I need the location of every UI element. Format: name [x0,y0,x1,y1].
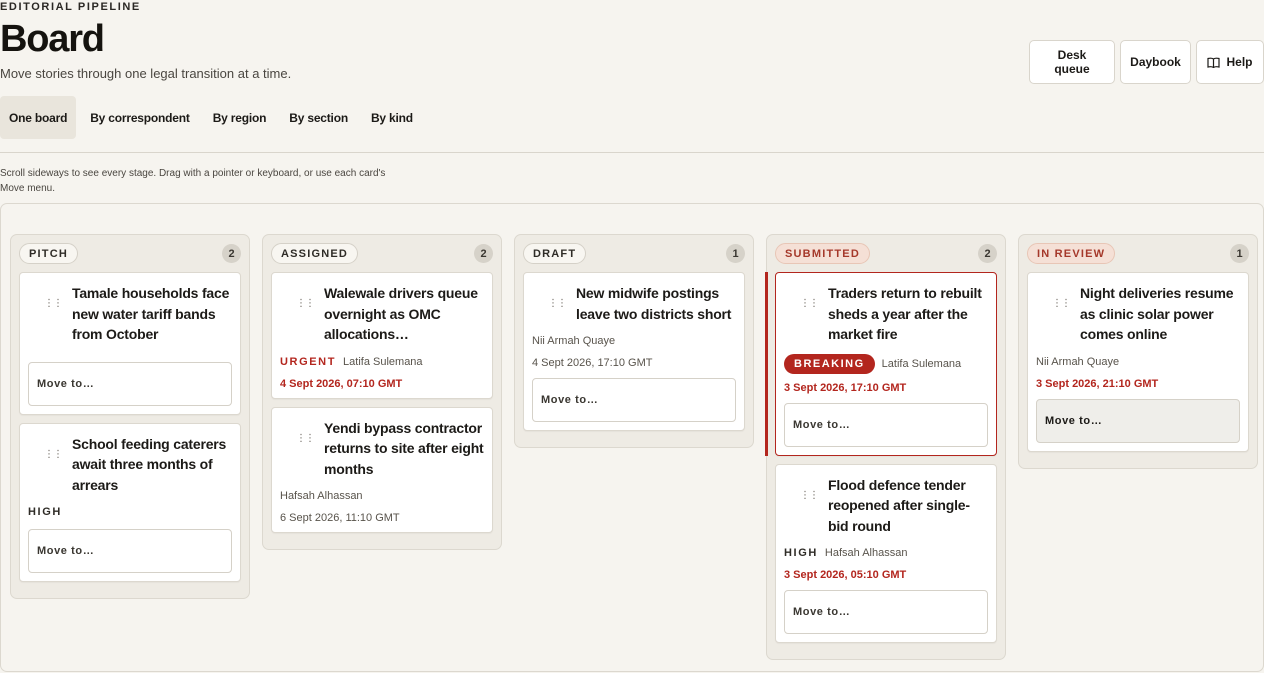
eyebrow: EDITORIAL PIPELINE [0,1,141,13]
tab-by-region[interactable]: By region [204,96,276,139]
column-assigned[interactable]: ASSIGNED 2 ⋮⋮ Walewale drivers queue ove… [262,234,502,550]
deadline-timestamp: 6 Sept 2026, 11:10 GMT [280,512,400,524]
priority-label: HIGH [784,547,818,559]
drag-handle-icon[interactable]: ⋮⋮ [280,418,324,443]
column-name: DRAFT [523,243,587,264]
story-card[interactable]: ⋮⋮ Night deliveries resume as clinic sol… [1027,272,1249,452]
column-header: SUBMITTED 2 [775,235,997,272]
board-hint: Scroll sideways to see every stage. Drag… [0,168,386,194]
story-title: Traders return to rebuilt sheds a year a… [828,285,982,342]
story-card[interactable]: ⋮⋮ Walewale drivers queue overnight as O… [271,272,493,399]
byline: Latifa Sulemana [881,357,962,370]
story-title: Yendi bypass contractor returns to site … [324,419,484,477]
move-to-button[interactable]: Move to… [784,402,988,447]
daybook-button[interactable]: Daybook [1120,40,1191,84]
drag-handle-icon[interactable]: ⋮⋮ [28,434,72,459]
tab-divider [0,152,1264,153]
drag-handle-icon[interactable]: ⋮⋮ [784,283,828,309]
move-to-button[interactable]: Move to… [532,378,736,422]
drag-handle-icon[interactable]: ⋮⋮ [1036,283,1080,309]
board[interactable]: PITCH 2 ⋮⋮ Tamale households face new wa… [0,203,1264,672]
move-to-button[interactable]: Move to… [28,529,232,573]
byline: Nii Armah Quaye [1036,355,1120,368]
column-draft[interactable]: DRAFT 1 ⋮⋮ New midwife postings leave tw… [514,234,754,448]
page-subtitle: Move stories through one legal transitio… [0,66,292,81]
byline: Latifa Sulemana [343,355,423,368]
story-card[interactable]: ⋮⋮ Yendi bypass contractor returns to si… [271,406,493,533]
tab-by-correspondent[interactable]: By correspondent [81,96,199,139]
column-name: PITCH [19,243,78,264]
tab-by-section[interactable]: By section [280,96,357,139]
column-pitch[interactable]: PITCH 2 ⋮⋮ Tamale households face new wa… [10,234,250,599]
drag-handle-icon[interactable]: ⋮⋮ [280,283,324,309]
move-to-button[interactable]: Move to… [784,590,988,634]
story-title: School feeding caterers await three mont… [72,435,227,493]
column-count: 2 [222,244,241,263]
move-to-button[interactable]: Move to… [1036,398,1240,443]
page-title: Board [0,18,105,60]
book-icon [1207,57,1221,68]
story-title: Tamale households face new water tariff … [72,285,230,342]
header-actions: Desk queue Daybook Help [1029,40,1264,84]
deadline-timestamp: 3 Sept 2026, 05:10 GMT [784,569,907,581]
deadline-timestamp: 3 Sept 2026, 17:10 GMT [784,381,907,394]
deadline-timestamp: 4 Sept 2026, 17:10 GMT [532,357,653,369]
story-card[interactable]: ⋮⋮ Tamale households face new water tari… [19,272,241,415]
column-name: ASSIGNED [271,243,359,264]
column-count: 1 [726,244,745,263]
breaking-indicator [765,272,768,456]
deadline-timestamp: 4 Sept 2026, 07:10 GMT [280,377,403,390]
column-name: SUBMITTED [775,243,870,264]
help-label: Help [1226,55,1253,69]
byline: Nii Armah Quaye [532,335,616,347]
story-card[interactable]: ⋮⋮ New midwife postings leave two distri… [523,272,745,431]
drag-handle-icon[interactable]: ⋮⋮ [784,475,828,500]
column-count: 1 [1230,244,1249,263]
column-header: IN REVIEW 1 [1027,235,1249,272]
priority-label: HIGH [28,506,62,518]
tab-one-board[interactable]: One board [0,96,77,139]
drag-handle-icon[interactable]: ⋮⋮ [532,283,576,309]
story-card[interactable]: ⋮⋮ School feeding caterers await three m… [19,422,241,582]
column-in-review[interactable]: IN REVIEW 1 ⋮⋮ Night deliveries resume a… [1018,234,1258,469]
view-tabs: One board By correspondent By region By … [0,96,427,139]
story-title: Night deliveries resume as clinic solar … [1080,285,1234,342]
column-submitted[interactable]: SUBMITTED 2 ⋮⋮ Traders return to rebuilt… [765,234,1006,660]
tab-by-kind[interactable]: By kind [362,96,422,139]
column-header: PITCH 2 [19,235,241,272]
priority-label: URGENT [280,355,337,368]
column-count: 2 [474,244,493,263]
column-header: ASSIGNED 2 [271,235,493,272]
drag-handle-icon[interactable]: ⋮⋮ [28,283,72,309]
help-button[interactable]: Help [1196,40,1264,84]
deadline-timestamp: 3 Sept 2026, 21:10 GMT [1036,377,1159,390]
story-title: Flood defence tender reopened after sing… [828,476,970,534]
story-title: Walewale drivers queue overnight as OMC … [324,285,478,342]
story-card[interactable]: ⋮⋮ Flood defence tender reopened after s… [775,463,997,643]
breaking-badge: BREAKING [784,353,875,374]
column-count: 2 [978,244,997,263]
byline: Hafsah Alhassan [280,490,363,502]
column-name: IN REVIEW [1027,243,1116,264]
story-card-breaking[interactable]: ⋮⋮ Traders return to rebuilt sheds a yea… [765,272,997,456]
move-to-button[interactable]: Move to… [28,361,232,406]
column-header: DRAFT 1 [523,235,745,272]
desk-queue-button[interactable]: Desk queue [1029,40,1115,84]
byline: Hafsah Alhassan [824,547,908,559]
story-title: New midwife postings leave two districts… [576,285,732,322]
